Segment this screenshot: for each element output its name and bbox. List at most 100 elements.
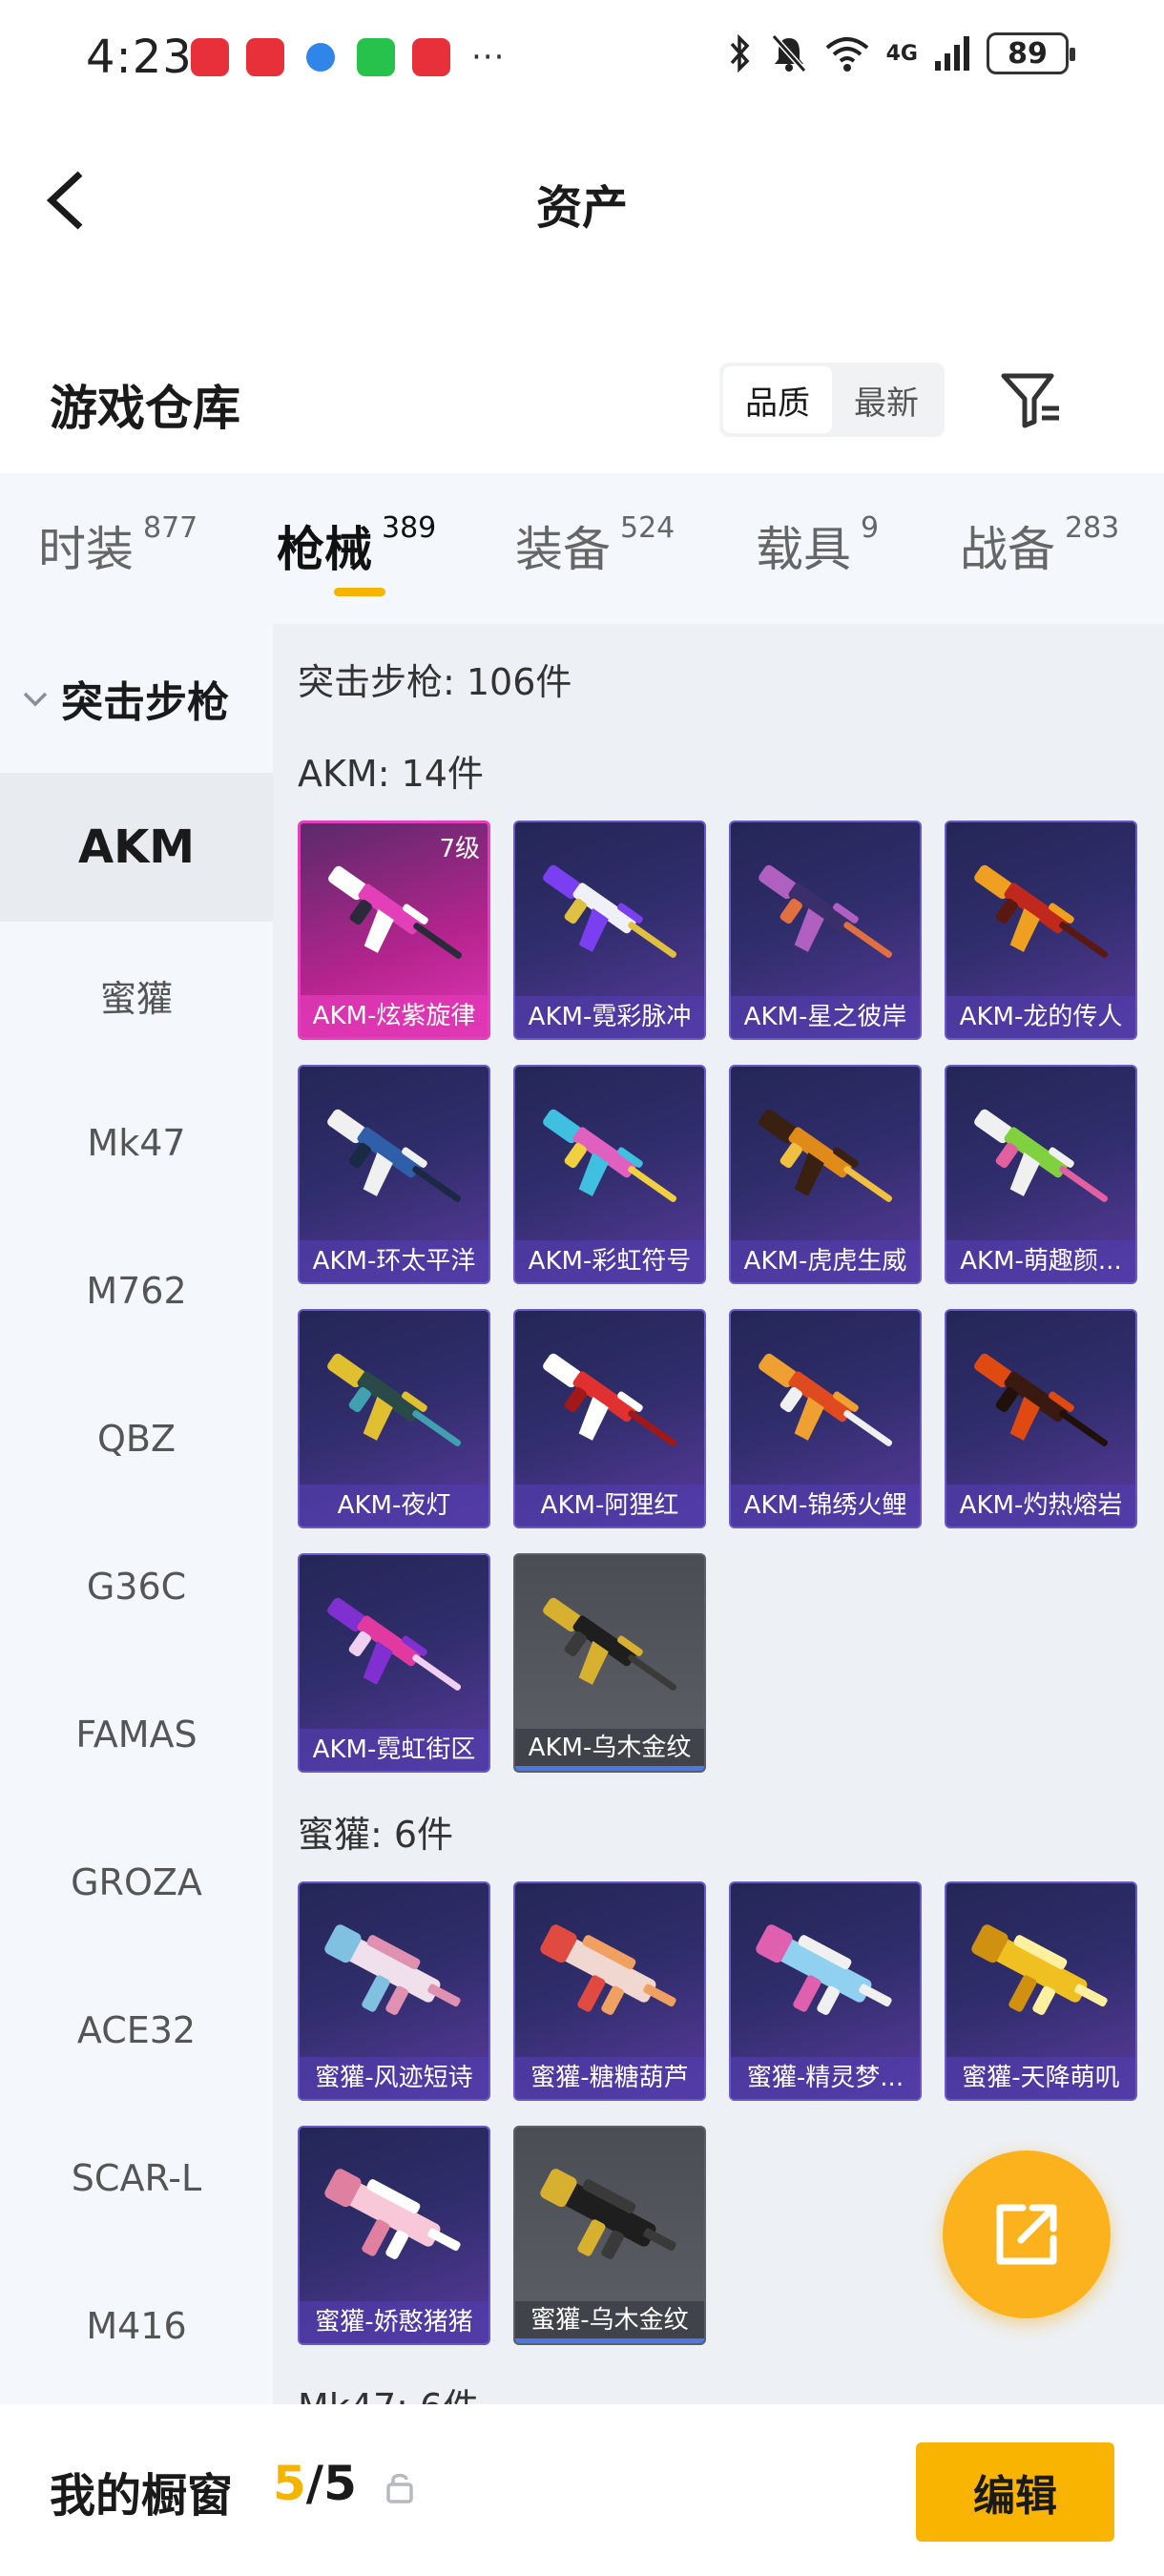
smg-skin-image bbox=[540, 2169, 676, 2259]
mute-bell-icon bbox=[771, 34, 806, 73]
weapon-skin-card[interactable]: 蜜獾-精灵梦... bbox=[729, 1881, 922, 2101]
showcase-current: 5 bbox=[273, 2456, 306, 2511]
rifle-skin-image bbox=[327, 1597, 462, 1691]
weapon-skin-name: AKM-霓虹街区 bbox=[300, 1729, 488, 1771]
weapon-skin-name: 蜜獾-糖糖葫芦 bbox=[515, 2057, 704, 2099]
smg-skin-image bbox=[324, 2169, 461, 2259]
sidebar-group-assault-rifles[interactable]: 突击步枪 bbox=[0, 624, 273, 773]
chevron-down-icon bbox=[23, 692, 48, 707]
edit-showcase-button[interactable]: 编辑 bbox=[916, 2442, 1114, 2542]
weapon-skin-name: AKM-灼热熔岩 bbox=[946, 1485, 1135, 1527]
weapon-skin-card[interactable]: AKM-阿狸红 bbox=[513, 1309, 706, 1528]
sort-toggle: 品质 最新 bbox=[719, 363, 945, 437]
filter-icon[interactable] bbox=[998, 366, 1065, 433]
weapon-skin-card[interactable]: AKM-夜灯 bbox=[298, 1309, 490, 1528]
tab-label: 载具 bbox=[756, 522, 851, 577]
tab-label: 时装 bbox=[38, 522, 134, 577]
weapon-skin-card[interactable]: 蜜獾-乌木金纹 bbox=[513, 2126, 706, 2345]
active-tab-indicator bbox=[334, 588, 385, 596]
weapon-skin-card[interactable]: AKM-霓彩脉冲 bbox=[513, 821, 706, 1040]
weapon-skin-card[interactable]: AKM-龙的传人 bbox=[945, 821, 1137, 1040]
rifle-skin-image bbox=[974, 864, 1109, 958]
tab-count: 283 bbox=[1065, 511, 1120, 545]
section-title: 蜜獾: 6件 bbox=[298, 1814, 454, 1856]
bluetooth-icon bbox=[730, 33, 750, 73]
weapon-skin-name: AKM-阿狸红 bbox=[515, 1485, 704, 1527]
category-summary: 突击步枪: 106件 bbox=[298, 661, 572, 703]
rifle-skin-image bbox=[543, 864, 677, 958]
tab-count: 9 bbox=[861, 511, 880, 545]
tab-skins[interactable]: 时装 877 bbox=[38, 511, 197, 580]
share-button[interactable] bbox=[943, 2150, 1111, 2318]
sidebar-item-m762[interactable]: M762 bbox=[0, 1216, 273, 1365]
sidebar-item-akm[interactable]: AKM bbox=[0, 773, 273, 922]
smg-skin-image bbox=[324, 1924, 461, 2015]
rifle-skin-image bbox=[328, 865, 463, 959]
tab-supplies[interactable]: 战备 283 bbox=[960, 511, 1119, 580]
sidebar-item-qbz[interactable]: QBZ bbox=[0, 1364, 273, 1513]
category-tabs: 时装 877 枪械 389 装备 524 载具 9 战备 283 bbox=[0, 473, 1164, 624]
sort-latest-option[interactable]: 最新 bbox=[832, 366, 941, 433]
sidebar-item-scar-l[interactable]: SCAR-L bbox=[0, 2104, 273, 2253]
weapon-skin-name: 蜜獾-精灵梦... bbox=[731, 2057, 920, 2099]
wechat-app-icon bbox=[357, 38, 395, 76]
sort-quality-option[interactable]: 品质 bbox=[723, 366, 832, 433]
tab-label: 装备 bbox=[515, 522, 611, 577]
weapon-skin-card[interactable]: AKM-灼热熔岩 bbox=[945, 1309, 1137, 1528]
sidebar-item-mk47[interactable]: Mk47 bbox=[0, 1069, 273, 1217]
weapon-skin-name: AKM-星之彼岸 bbox=[731, 996, 920, 1038]
weapon-skin-card[interactable]: 蜜獾-糖糖葫芦 bbox=[513, 1881, 706, 2101]
sidebar-item-ace32[interactable]: ACE32 bbox=[0, 1956, 273, 2105]
notification-icons: ··· bbox=[191, 38, 505, 76]
showcase-count: 5/5 bbox=[273, 2456, 357, 2511]
status-bar: 4:23 ··· 4G 89 bbox=[0, 0, 1164, 111]
rifle-skin-image bbox=[543, 1109, 677, 1202]
warehouse-title: 游戏仓库 bbox=[50, 381, 240, 436]
system-indicators: 4G 89 bbox=[726, 32, 1075, 74]
sidebar-item-g36c[interactable]: G36C bbox=[0, 1512, 273, 1661]
weapon-skin-card[interactable]: AKM-彩虹符号 bbox=[513, 1065, 706, 1284]
smg-skin-image bbox=[756, 1924, 892, 2015]
rifle-skin-image bbox=[543, 1597, 677, 1691]
battery-indicator: 89 bbox=[987, 32, 1075, 74]
huawei-app-icon bbox=[191, 38, 229, 76]
browser-app-icon bbox=[301, 38, 340, 76]
rifle-skin-image bbox=[974, 1109, 1109, 1202]
weapon-skin-card[interactable]: AKM-虎虎生威 bbox=[729, 1065, 922, 1284]
weapon-skin-card[interactable]: AKM-乌木金纹 bbox=[513, 1553, 706, 1773]
showcase-separator: / bbox=[305, 2456, 324, 2511]
lock-icon bbox=[386, 2473, 413, 2503]
rifle-skin-image bbox=[759, 1109, 893, 1202]
rifle-skin-image bbox=[759, 1353, 893, 1446]
weapon-skin-name: 蜜獾-天降萌叽 bbox=[946, 2057, 1135, 2099]
huawei-store-icon bbox=[412, 38, 450, 76]
battery-level: 89 bbox=[1008, 36, 1048, 71]
weapon-skin-card[interactable]: AKM-霓虹街区 bbox=[298, 1553, 490, 1773]
sidebar-item--[interactable]: 蜜獾 bbox=[0, 921, 273, 1070]
weapon-skin-name: 蜜獾-娇憨猪猪 bbox=[300, 2301, 488, 2343]
share-icon bbox=[996, 2204, 1057, 2265]
showcase-label: 我的橱窗 bbox=[50, 2469, 234, 2523]
sidebar-item-groza[interactable]: GROZA bbox=[0, 1808, 273, 1957]
sidebar-item-m416[interactable]: M416 bbox=[0, 2252, 273, 2400]
weapon-skin-name: AKM-炫紫旋律 bbox=[301, 995, 488, 1037]
rifle-skin-image bbox=[974, 1353, 1109, 1446]
weapon-skin-card[interactable]: 7级 AKM-炫紫旋律 bbox=[298, 821, 490, 1040]
weapon-skin-name: AKM-锦绣火鲤 bbox=[731, 1485, 920, 1527]
rifle-skin-image bbox=[327, 1353, 462, 1446]
tab-weapons[interactable]: 枪械 389 bbox=[277, 511, 436, 580]
weapon-skin-card[interactable]: 蜜獾-风迹短诗 bbox=[298, 1881, 490, 2101]
tab-vehicles[interactable]: 载具 9 bbox=[756, 511, 879, 580]
showcase-total: 5 bbox=[323, 2456, 357, 2511]
tab-count: 389 bbox=[382, 511, 437, 545]
skin-level-badge: 7级 bbox=[439, 835, 480, 863]
weapon-skin-card[interactable]: AKM-环太平洋 bbox=[298, 1065, 490, 1284]
weapon-skin-card[interactable]: AKM-星之彼岸 bbox=[729, 821, 922, 1040]
tab-equipment[interactable]: 装备 524 bbox=[515, 511, 675, 580]
signal-icon bbox=[935, 36, 969, 71]
weapon-skin-card[interactable]: 蜜獾-天降萌叽 bbox=[945, 1881, 1137, 2101]
sidebar-item-famas[interactable]: FAMAS bbox=[0, 1660, 273, 1809]
weapon-skin-card[interactable]: AKM-萌趣颜... bbox=[945, 1065, 1137, 1284]
weapon-skin-card[interactable]: AKM-锦绣火鲤 bbox=[729, 1309, 922, 1528]
weapon-skin-card[interactable]: 蜜獾-娇憨猪猪 bbox=[298, 2126, 490, 2345]
